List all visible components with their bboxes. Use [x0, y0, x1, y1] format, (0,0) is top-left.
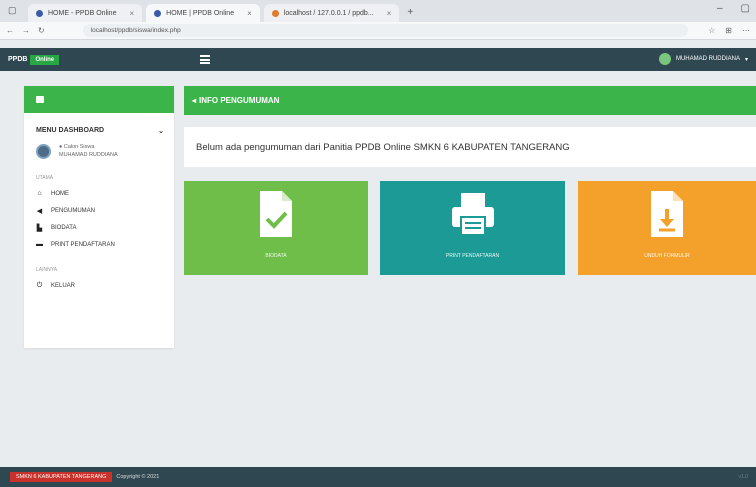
card-label: BIODATA: [265, 253, 287, 259]
brand[interactable]: PPDB Online: [8, 54, 60, 65]
tab-label: HOME | PPDB Online: [166, 9, 235, 17]
card-label: PRINT PENDAFTARAN: [445, 253, 500, 259]
brand-text: PPDB: [8, 56, 28, 63]
menu-title-text: MENU DASHBOARD: [36, 127, 105, 134]
sidebar-item-label: PENGUMUMAN: [51, 207, 96, 214]
url-text: localhost/ppdb/siswa/index.php: [90, 27, 181, 34]
download-document-icon: [647, 189, 687, 244]
browser-tab-2[interactable]: HOME | PPDB Online ×: [146, 4, 260, 22]
maximize-icon[interactable]: ▢: [741, 3, 750, 14]
window-controls: – ▢: [717, 3, 750, 14]
sidebar-toggle-icon[interactable]: [36, 96, 44, 103]
sidebar-item-label: HOME: [51, 190, 69, 197]
new-tab-icon[interactable]: +: [407, 7, 413, 18]
star-icon[interactable]: ☆: [708, 26, 715, 35]
school-logo-icon: [36, 143, 51, 159]
section-label-main: UTAMA: [36, 175, 54, 181]
printer-icon: [448, 189, 498, 244]
hamburger-icon[interactable]: [200, 55, 210, 64]
brand-badge: Online: [30, 54, 60, 65]
avatar: [658, 53, 671, 65]
reload-icon[interactable]: ↻: [38, 26, 45, 35]
browser-tab-1[interactable]: HOME - PPDB Online ×: [28, 4, 143, 22]
favicon-icon: [154, 9, 162, 17]
bullhorn-icon: ◀: [36, 207, 43, 215]
minimize-icon[interactable]: –: [717, 3, 723, 14]
browser-tab-bar: ▢ HOME - PPDB Online × HOME | PPDB Onlin…: [0, 0, 756, 22]
document-check-icon: [256, 189, 296, 244]
info-header: ◂ INFO PENGUMUMAN: [184, 86, 756, 115]
announcement-text: Belum ada pengumuman dari Panitia PPDB O…: [196, 141, 570, 153]
extensions-icon[interactable]: ⊞: [725, 26, 732, 35]
menu-dashboard-title[interactable]: MENU DASHBOARD ⌄: [24, 113, 174, 135]
username: MUHAMAD RUDDIANA: [675, 56, 740, 62]
card-label: UNDUH FORMULIR: [644, 253, 690, 259]
card-biodata[interactable]: BIODATA: [184, 181, 368, 275]
power-icon: ⏻: [36, 281, 43, 289]
sidebar-header: [24, 86, 174, 113]
footer: SMKN 6 KABUPATEN TANGERANG Copyright © 2…: [0, 467, 756, 487]
back-icon[interactable]: ←: [6, 26, 14, 35]
settings-icon[interactable]: ⋯: [742, 26, 750, 35]
chevron-down-icon: ⌄: [158, 128, 164, 135]
sidebar-item-label: KELUAR: [51, 282, 76, 289]
sidebar-item-logout[interactable]: ⏻ KELUAR: [24, 277, 174, 294]
browser-actions: ☆ ⊞ ⋯: [708, 26, 750, 35]
tab-label: HOME - PPDB Online: [48, 9, 117, 17]
info-header-title: INFO PENGUMUMAN: [199, 96, 280, 105]
user-name: MUHAMAD RUDDIANA: [59, 152, 118, 158]
close-tab-icon[interactable]: ×: [387, 9, 392, 18]
printer-icon: ▬: [36, 241, 43, 248]
sidebar-item-label: BIODATA: [51, 224, 77, 231]
top-navbar: PPDB Online MUHAMAD RUDDIANA ▾: [0, 48, 756, 71]
sidebar-item-pengumuman[interactable]: ◀ PENGUMUMAN: [24, 202, 174, 219]
url-field[interactable]: localhost/ppdb/siswa/index.php: [82, 24, 689, 37]
window-menu-icon[interactable]: ▢: [8, 5, 17, 16]
card-download[interactable]: UNDUH FORMULIR: [578, 181, 756, 275]
user-menu[interactable]: MUHAMAD RUDDIANA ▾: [658, 53, 748, 65]
browser-tab-3[interactable]: localhost / 127.0.0.1 / ppdb... ×: [263, 4, 400, 22]
home-icon: ⌂: [37, 190, 42, 197]
sidebar-item-label: PRINT PENDAFTARAN: [51, 241, 115, 248]
version-text: v1.0: [738, 474, 748, 480]
favicon-icon: [271, 9, 279, 17]
tab-label: localhost / 127.0.0.1 / ppdb...: [283, 9, 374, 17]
footer-school-link[interactable]: SMKN 6 KABUPATEN TANGERANG: [10, 472, 113, 482]
close-tab-icon[interactable]: ×: [247, 9, 252, 18]
forward-icon[interactable]: →: [22, 26, 30, 35]
caret-down-icon: ▾: [744, 56, 748, 63]
bullhorn-icon: ◂: [192, 96, 197, 105]
sidebar-item-print[interactable]: ▬ PRINT PENDAFTARAN: [24, 236, 174, 253]
address-bar-row: ← → ↻ localhost/ppdb/siswa/index.php ☆ ⊞…: [0, 22, 756, 40]
sidebar-user: ● Calon Siswa MUHAMAD RUDDIANA: [24, 135, 174, 167]
sidebar-item-biodata[interactable]: ▙ BIODATA: [24, 219, 174, 236]
document-icon: ▙: [36, 224, 43, 232]
favicon-icon: [36, 9, 43, 17]
copyright-text: Copyright © 2021: [116, 474, 160, 480]
section-label-other: LAINNYA: [36, 267, 58, 273]
sidebar: MENU DASHBOARD ⌄ ● Calon Siswa MUHAMAD R…: [24, 86, 174, 348]
user-role: ● Calon Siswa: [59, 144, 95, 150]
announcement-box: Belum ada pengumuman dari Panitia PPDB O…: [184, 127, 756, 167]
close-tab-icon[interactable]: ×: [129, 9, 134, 18]
sidebar-item-home[interactable]: ⌂ HOME: [24, 185, 174, 202]
card-print[interactable]: PRINT PENDAFTARAN: [380, 181, 565, 275]
